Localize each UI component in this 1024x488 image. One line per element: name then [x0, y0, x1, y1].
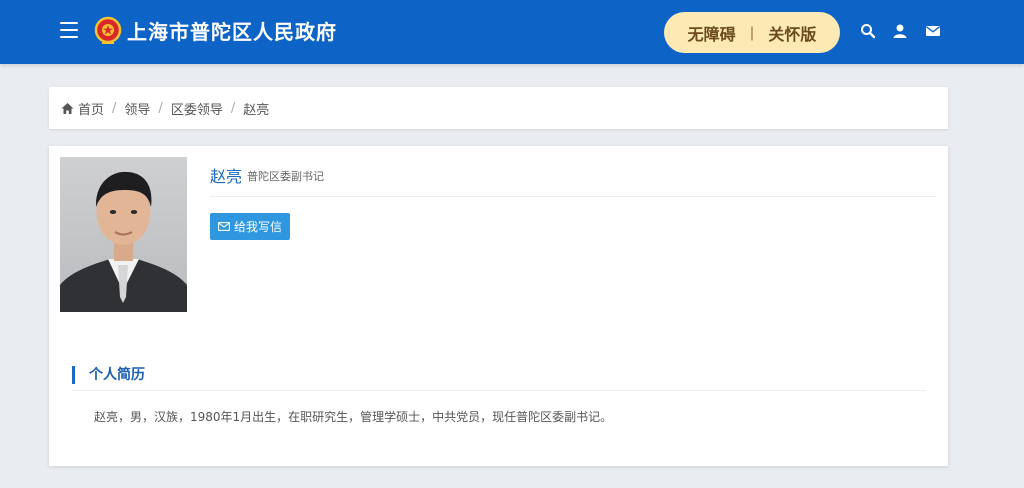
- breadcrumb-separator: /: [158, 100, 163, 116]
- search-icon[interactable]: [860, 23, 876, 39]
- breadcrumb-separator: /: [112, 100, 117, 116]
- write-letter-button[interactable]: 给我写信: [210, 213, 290, 240]
- write-letter-label: 给我写信: [233, 220, 282, 234]
- breadcrumb-leaders[interactable]: 领导: [124, 99, 150, 118]
- profile-card: 赵亮 普陀区委副书记 给我写信 个人简历 赵亮，男，汉族，1980年1月出生，在…: [49, 146, 948, 466]
- leader-name[interactable]: 赵亮: [210, 163, 242, 187]
- access-mode-pill: 无障碍 | 关怀版: [664, 12, 840, 53]
- leader-photo: [60, 157, 187, 312]
- accessibility-button[interactable]: 无障碍: [688, 21, 736, 45]
- breadcrumb-current: 赵亮: [243, 102, 270, 118]
- header-divider: [210, 196, 936, 197]
- top-header: 上海市普陀区人民政府 无障碍 | 关怀版: [0, 0, 1024, 64]
- elder-mode-button[interactable]: 关怀版: [768, 21, 816, 45]
- portrait-image: [60, 157, 187, 312]
- breadcrumb-home[interactable]: 首页: [78, 99, 104, 118]
- resume-text: 赵亮，男，汉族，1980年1月出生，在职研究生，管理学硕士，中共党员，现任普陀区…: [94, 410, 613, 424]
- section-divider: [72, 390, 926, 391]
- breadcrumb-district-leaders[interactable]: 区委领导: [171, 99, 223, 118]
- emblem-icon: [94, 16, 122, 44]
- menu-icon[interactable]: [60, 22, 78, 40]
- breadcrumb-separator: /: [230, 100, 236, 116]
- mail-icon[interactable]: [925, 23, 941, 39]
- breadcrumb: 首页 / 领导 / 区委领导 / 赵亮: [49, 87, 948, 129]
- user-icon[interactable]: [892, 23, 908, 39]
- leader-position: 普陀区委副书记: [247, 170, 324, 183]
- resume-section-title: 个人简历: [72, 366, 145, 384]
- home-icon: [61, 102, 74, 114]
- envelope-icon: [218, 222, 230, 231]
- pill-separator: |: [749, 24, 755, 41]
- site-title[interactable]: 上海市普陀区人民政府: [127, 18, 337, 46]
